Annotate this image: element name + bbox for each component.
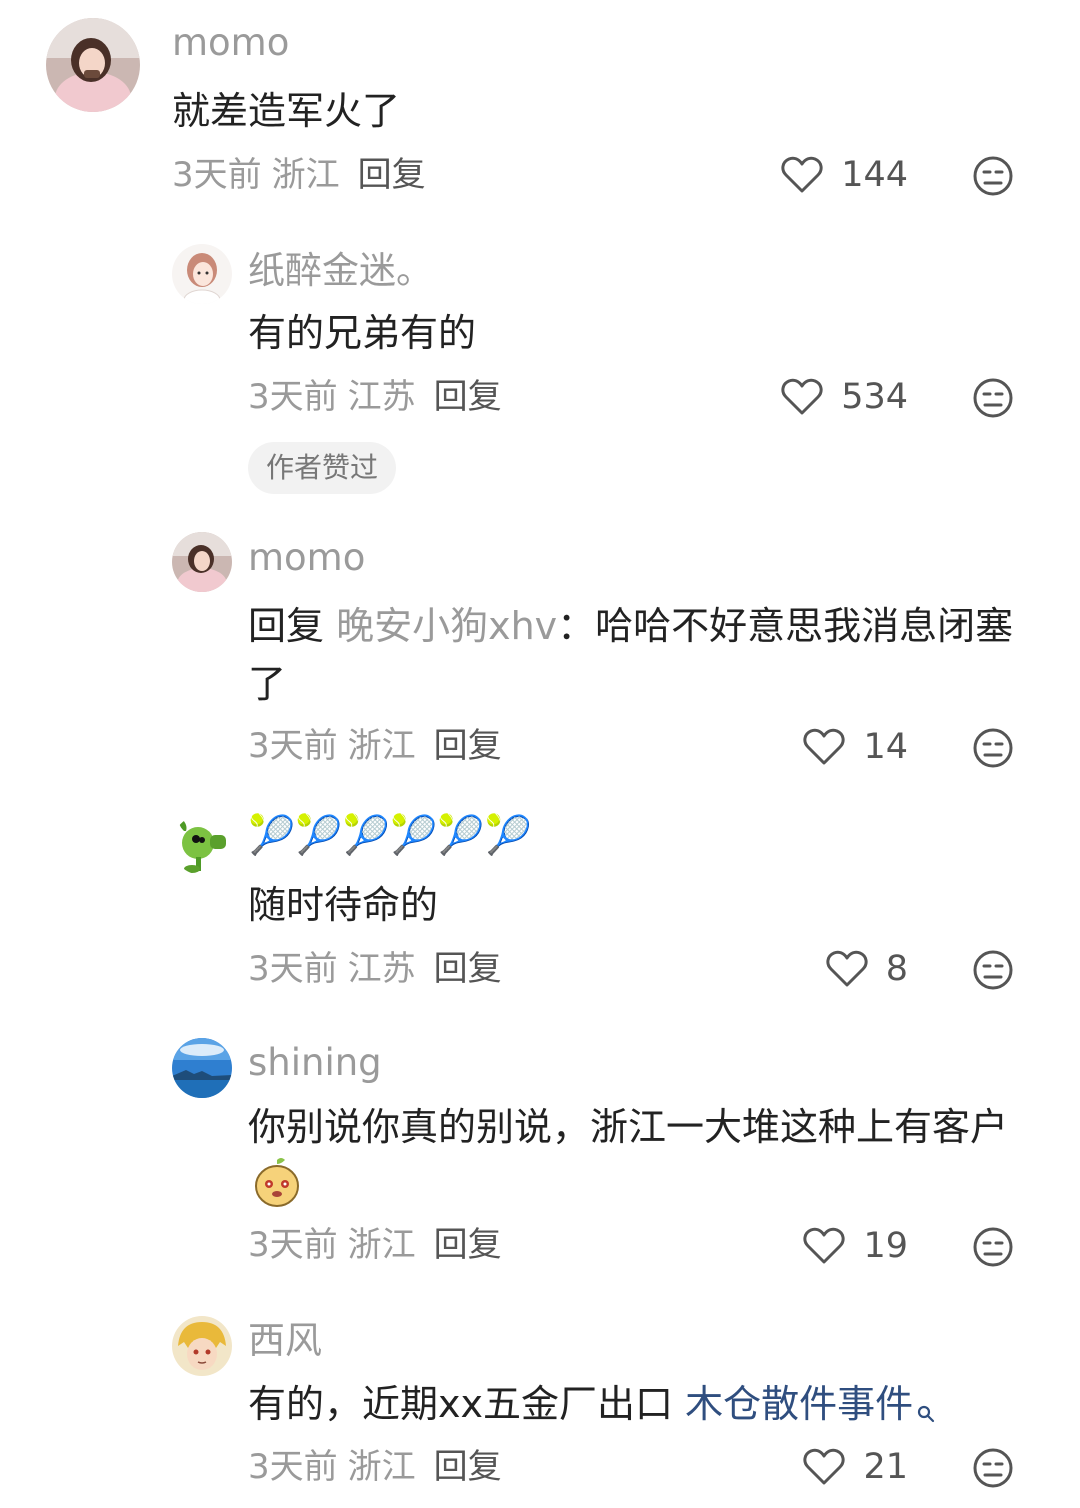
reply-button[interactable]: 回复: [358, 155, 426, 195]
timestamp: 3天前: [172, 155, 262, 195]
avatar[interactable]: [46, 18, 140, 112]
comment-meta: 3天前 江苏 回复: [248, 380, 512, 414]
username[interactable]: momo: [248, 539, 365, 576]
like-button[interactable]: 21: [803, 1445, 908, 1489]
reply-prefix: 回复: [248, 604, 325, 648]
dislike-face-icon[interactable]: [972, 1226, 1014, 1268]
avatar[interactable]: [172, 532, 232, 592]
cute-creature-sticker-icon: [252, 1156, 302, 1224]
comment-text: 随时待命的: [248, 883, 439, 927]
location: 江苏: [347, 377, 416, 417]
like-count: 8: [885, 948, 908, 989]
location: 江苏: [347, 949, 416, 989]
username[interactable]: shining: [248, 1044, 382, 1081]
avatar[interactable]: [172, 1038, 232, 1098]
username[interactable]: 纸醉金迷。: [248, 252, 433, 289]
reply-button[interactable]: 回复: [434, 1447, 502, 1487]
username[interactable]: 🎾🎾🎾🎾🎾🎾: [248, 816, 532, 854]
reply-button[interactable]: 回复: [434, 949, 502, 989]
comment-meta: 3天前 浙江 回复: [172, 158, 436, 192]
reply-button[interactable]: 回复: [434, 726, 502, 766]
reply-button[interactable]: 回复: [434, 377, 502, 417]
comment-meta: 3天前 江苏 回复: [248, 952, 512, 986]
like-count: 21: [863, 1446, 908, 1487]
like-count: 14: [863, 726, 908, 767]
search-icon[interactable]: [917, 1381, 935, 1439]
heart-icon: [803, 728, 846, 765]
dislike-face-icon[interactable]: [972, 1447, 1014, 1489]
comment-meta: 3天前 浙江 回复: [248, 729, 512, 763]
like-count: 19: [863, 1225, 908, 1266]
username[interactable]: 西风: [248, 1322, 322, 1359]
like-button[interactable]: 144: [781, 153, 908, 197]
timestamp: 3天前: [248, 726, 338, 766]
search-link[interactable]: 木仓散件事件: [685, 1382, 913, 1426]
comment-text: 你别说你真的别说，浙江一大堆这种上有客户: [248, 1098, 1018, 1224]
comment-meta: 3天前 浙江 回复: [248, 1228, 512, 1262]
comment-meta: 3天前 浙江 回复: [248, 1450, 512, 1484]
heart-icon: [803, 1227, 846, 1264]
reply-button[interactable]: 回复: [434, 1225, 502, 1265]
dislike-face-icon[interactable]: [972, 377, 1014, 419]
heart-icon: [781, 378, 823, 415]
location: 浙江: [347, 726, 416, 766]
username[interactable]: momo: [172, 24, 289, 61]
timestamp: 3天前: [248, 949, 338, 989]
location: 浙江: [347, 1225, 416, 1265]
dislike-face-icon[interactable]: [972, 155, 1014, 197]
dislike-face-icon[interactable]: [972, 949, 1014, 991]
heart-icon: [781, 156, 823, 193]
mention-username[interactable]: 晚安小狗xhv: [336, 604, 557, 648]
like-button[interactable]: 8: [826, 947, 908, 991]
like-button[interactable]: 19: [803, 1224, 908, 1268]
location: 浙江: [271, 155, 340, 195]
like-button[interactable]: 534: [781, 375, 908, 419]
comment-text: 有的，近期xx五金厂出口 木仓散件事件: [248, 1375, 1018, 1439]
avatar[interactable]: [172, 1316, 232, 1376]
comment-text: 就差造军火了: [172, 89, 401, 133]
avatar[interactable]: [172, 815, 232, 875]
timestamp: 3天前: [248, 1447, 338, 1487]
comment-text: 有的兄弟有的: [248, 311, 477, 355]
dislike-face-icon[interactable]: [972, 727, 1014, 769]
timestamp: 3天前: [248, 377, 338, 417]
author-liked-badge: 作者赞过: [248, 442, 397, 494]
like-button[interactable]: 14: [803, 725, 908, 769]
heart-icon: [826, 950, 868, 987]
location: 浙江: [347, 1447, 416, 1487]
like-count: 534: [841, 376, 908, 417]
heart-icon: [803, 1448, 846, 1485]
like-count: 144: [841, 154, 908, 195]
timestamp: 3天前: [248, 1225, 338, 1265]
comment-text: 回复 晚安小狗xhv：哈哈不好意思我消息闭塞了: [248, 604, 1014, 706]
avatar[interactable]: [172, 244, 232, 304]
